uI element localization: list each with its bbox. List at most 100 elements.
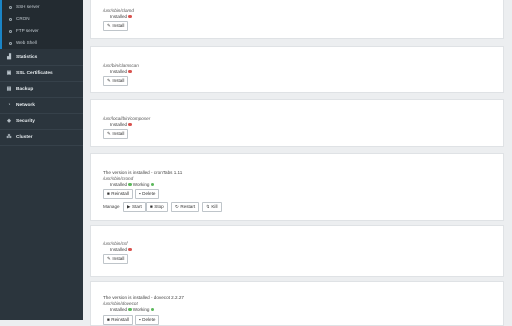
sidebar-item-label: Cluster	[16, 135, 33, 140]
cluster-icon: ⁂	[6, 134, 12, 140]
sidebar-item-label: SSL Certificates	[16, 71, 53, 76]
sidebar-item-web-shell[interactable]: Web Shell	[2, 37, 83, 49]
sidebar-item-statistics[interactable]: ▟ Statistics	[0, 50, 83, 66]
button-label: Delete	[142, 191, 156, 196]
trash-icon: ▪	[139, 317, 141, 322]
circle-icon	[9, 17, 12, 21]
button-label: Install	[112, 78, 125, 83]
package-card-dovecot: The version is installed - dovecot 2.2.2…	[90, 281, 504, 326]
circle-icon	[9, 29, 12, 33]
status-label: Installed	[110, 69, 128, 74]
status-dot-icon	[128, 247, 132, 252]
package-path: /usr/local/bin/composer	[103, 116, 151, 121]
kill-button[interactable]: ↯ Kill	[202, 202, 222, 212]
sidebar-item-label: Web Shell	[16, 40, 37, 45]
button-label: Restart	[180, 204, 196, 209]
button-label: Install	[112, 256, 125, 261]
wrench-icon: ✎	[107, 78, 111, 83]
install-status: Installed Working	[103, 182, 155, 187]
sidebar-item-label: Backup	[16, 87, 34, 92]
install-status: Installed	[103, 247, 133, 252]
install-button[interactable]: ✎ Install	[103, 129, 129, 139]
bolt-icon: ↯	[206, 204, 210, 209]
install-status: Installed Working	[103, 307, 155, 312]
install-status: Installed	[103, 122, 133, 127]
button-label: Reinstall	[111, 191, 129, 196]
sidebar-item-label: CRON	[16, 16, 30, 21]
delete-button[interactable]: ▪ Delete	[135, 315, 160, 325]
package-path: /usr/sbin/csf	[103, 241, 128, 246]
button-label: Install	[112, 23, 125, 28]
package-card-composer: /usr/local/bin/composer Installed ✎ Insta…	[90, 99, 504, 147]
sidebar-item-cluster[interactable]: ⁂ Cluster	[0, 130, 83, 146]
install-status: Installed	[103, 69, 133, 74]
backup-icon: ▤	[6, 86, 12, 92]
package-path: /usr/sbin/crond	[103, 176, 134, 181]
sidebar: SSH server CRON FTP server Web Shell ▟ St…	[0, 0, 83, 320]
manage-label: Manage	[103, 204, 120, 209]
working-label: Working	[132, 307, 150, 312]
working-label: Working	[132, 182, 150, 187]
wrench-icon: ✎	[107, 256, 111, 261]
status-dot-icon	[128, 307, 132, 312]
circle-icon	[9, 41, 12, 45]
status-dot-icon	[128, 122, 132, 127]
button-label: Kill	[211, 204, 218, 209]
reinstall-button[interactable]: ■ Reinstall	[103, 315, 133, 325]
button-label: Install	[112, 131, 125, 136]
package-card-clamscan: /usr/bin/clamscan Installed ✎ Install	[90, 46, 504, 93]
status-dot-icon	[150, 182, 154, 187]
sidebar-item-ftp-server[interactable]: FTP server	[2, 25, 83, 37]
status-label: Installed	[110, 122, 128, 127]
sidebar-item-ssl-certificates[interactable]: ▣ SSL Certificates	[0, 66, 83, 82]
network-icon: ◔	[7, 102, 11, 108]
wrench-icon: ✎	[107, 23, 111, 28]
sidebar-item-backup[interactable]: ▤ Backup	[0, 82, 83, 98]
sidebar-item-cron[interactable]: CRON	[2, 13, 83, 25]
sidebar-item-label: Statistics	[16, 55, 38, 60]
package-card-crond: The version is installed - cronTabs 1.11…	[90, 153, 504, 221]
sidebar-item-ssh-server[interactable]: SSH server	[2, 1, 83, 13]
package-path: /usr/bin/clamscan	[103, 63, 139, 68]
status-label: Installed	[110, 307, 128, 312]
sidebar-item-label: Security	[16, 119, 35, 124]
package-card-clamd: /usr/sbin/clamd Installed ✎ Install	[90, 0, 504, 39]
sidebar-item-label: FTP server	[16, 28, 39, 33]
sidebar-item-security[interactable]: ◈ Security	[0, 114, 83, 130]
reinstall-icon: ■	[107, 317, 110, 322]
sidebar-item-network[interactable]: ◔ Network	[0, 98, 83, 114]
sidebar-item-label: Network	[16, 103, 35, 108]
wrench-icon: ✎	[107, 131, 111, 136]
button-label: Reinstall	[111, 317, 129, 322]
reinstall-icon: ■	[107, 191, 110, 196]
circle-icon	[9, 5, 12, 9]
status-label: Installed	[110, 182, 128, 187]
stop-button[interactable]: ■ Stop	[146, 202, 168, 212]
restart-button[interactable]: ↻ Restart	[171, 202, 200, 212]
stop-icon: ■	[150, 204, 153, 209]
package-path: /usr/sbin/clamd	[103, 8, 134, 13]
sidebar-item-label: SSH server	[16, 4, 40, 9]
delete-button[interactable]: ▪ Delete	[135, 189, 160, 199]
certificate-icon: ▣	[6, 70, 12, 76]
button-label: Stop	[154, 204, 164, 209]
install-status: Installed	[103, 14, 133, 19]
install-button[interactable]: ✎ Install	[103, 76, 129, 86]
version-text: The version is installed - dovecot 2.2.2…	[103, 295, 184, 300]
start-button[interactable]: ▶ Start	[123, 202, 146, 212]
reinstall-button[interactable]: ■ Reinstall	[103, 189, 133, 199]
trash-icon: ▪	[139, 191, 141, 196]
chart-icon: ▟	[7, 54, 11, 60]
shield-icon: ◈	[7, 118, 11, 124]
install-button[interactable]: ✎ Install	[103, 254, 129, 264]
status-dot-icon	[128, 182, 132, 187]
package-path: /usr/sbin/dovecot	[103, 301, 138, 306]
install-button[interactable]: ✎ Install	[103, 21, 129, 31]
sidebar-submenu: SSH server CRON FTP server Web Shell	[0, 0, 83, 49]
refresh-icon: ↻	[175, 204, 179, 209]
version-text: The version is installed - cronTabs 1.11	[103, 170, 183, 175]
status-label: Installed	[110, 247, 128, 252]
status-dot-icon	[128, 69, 132, 74]
status-dot-icon	[150, 307, 154, 312]
play-icon: ▶	[127, 204, 131, 209]
